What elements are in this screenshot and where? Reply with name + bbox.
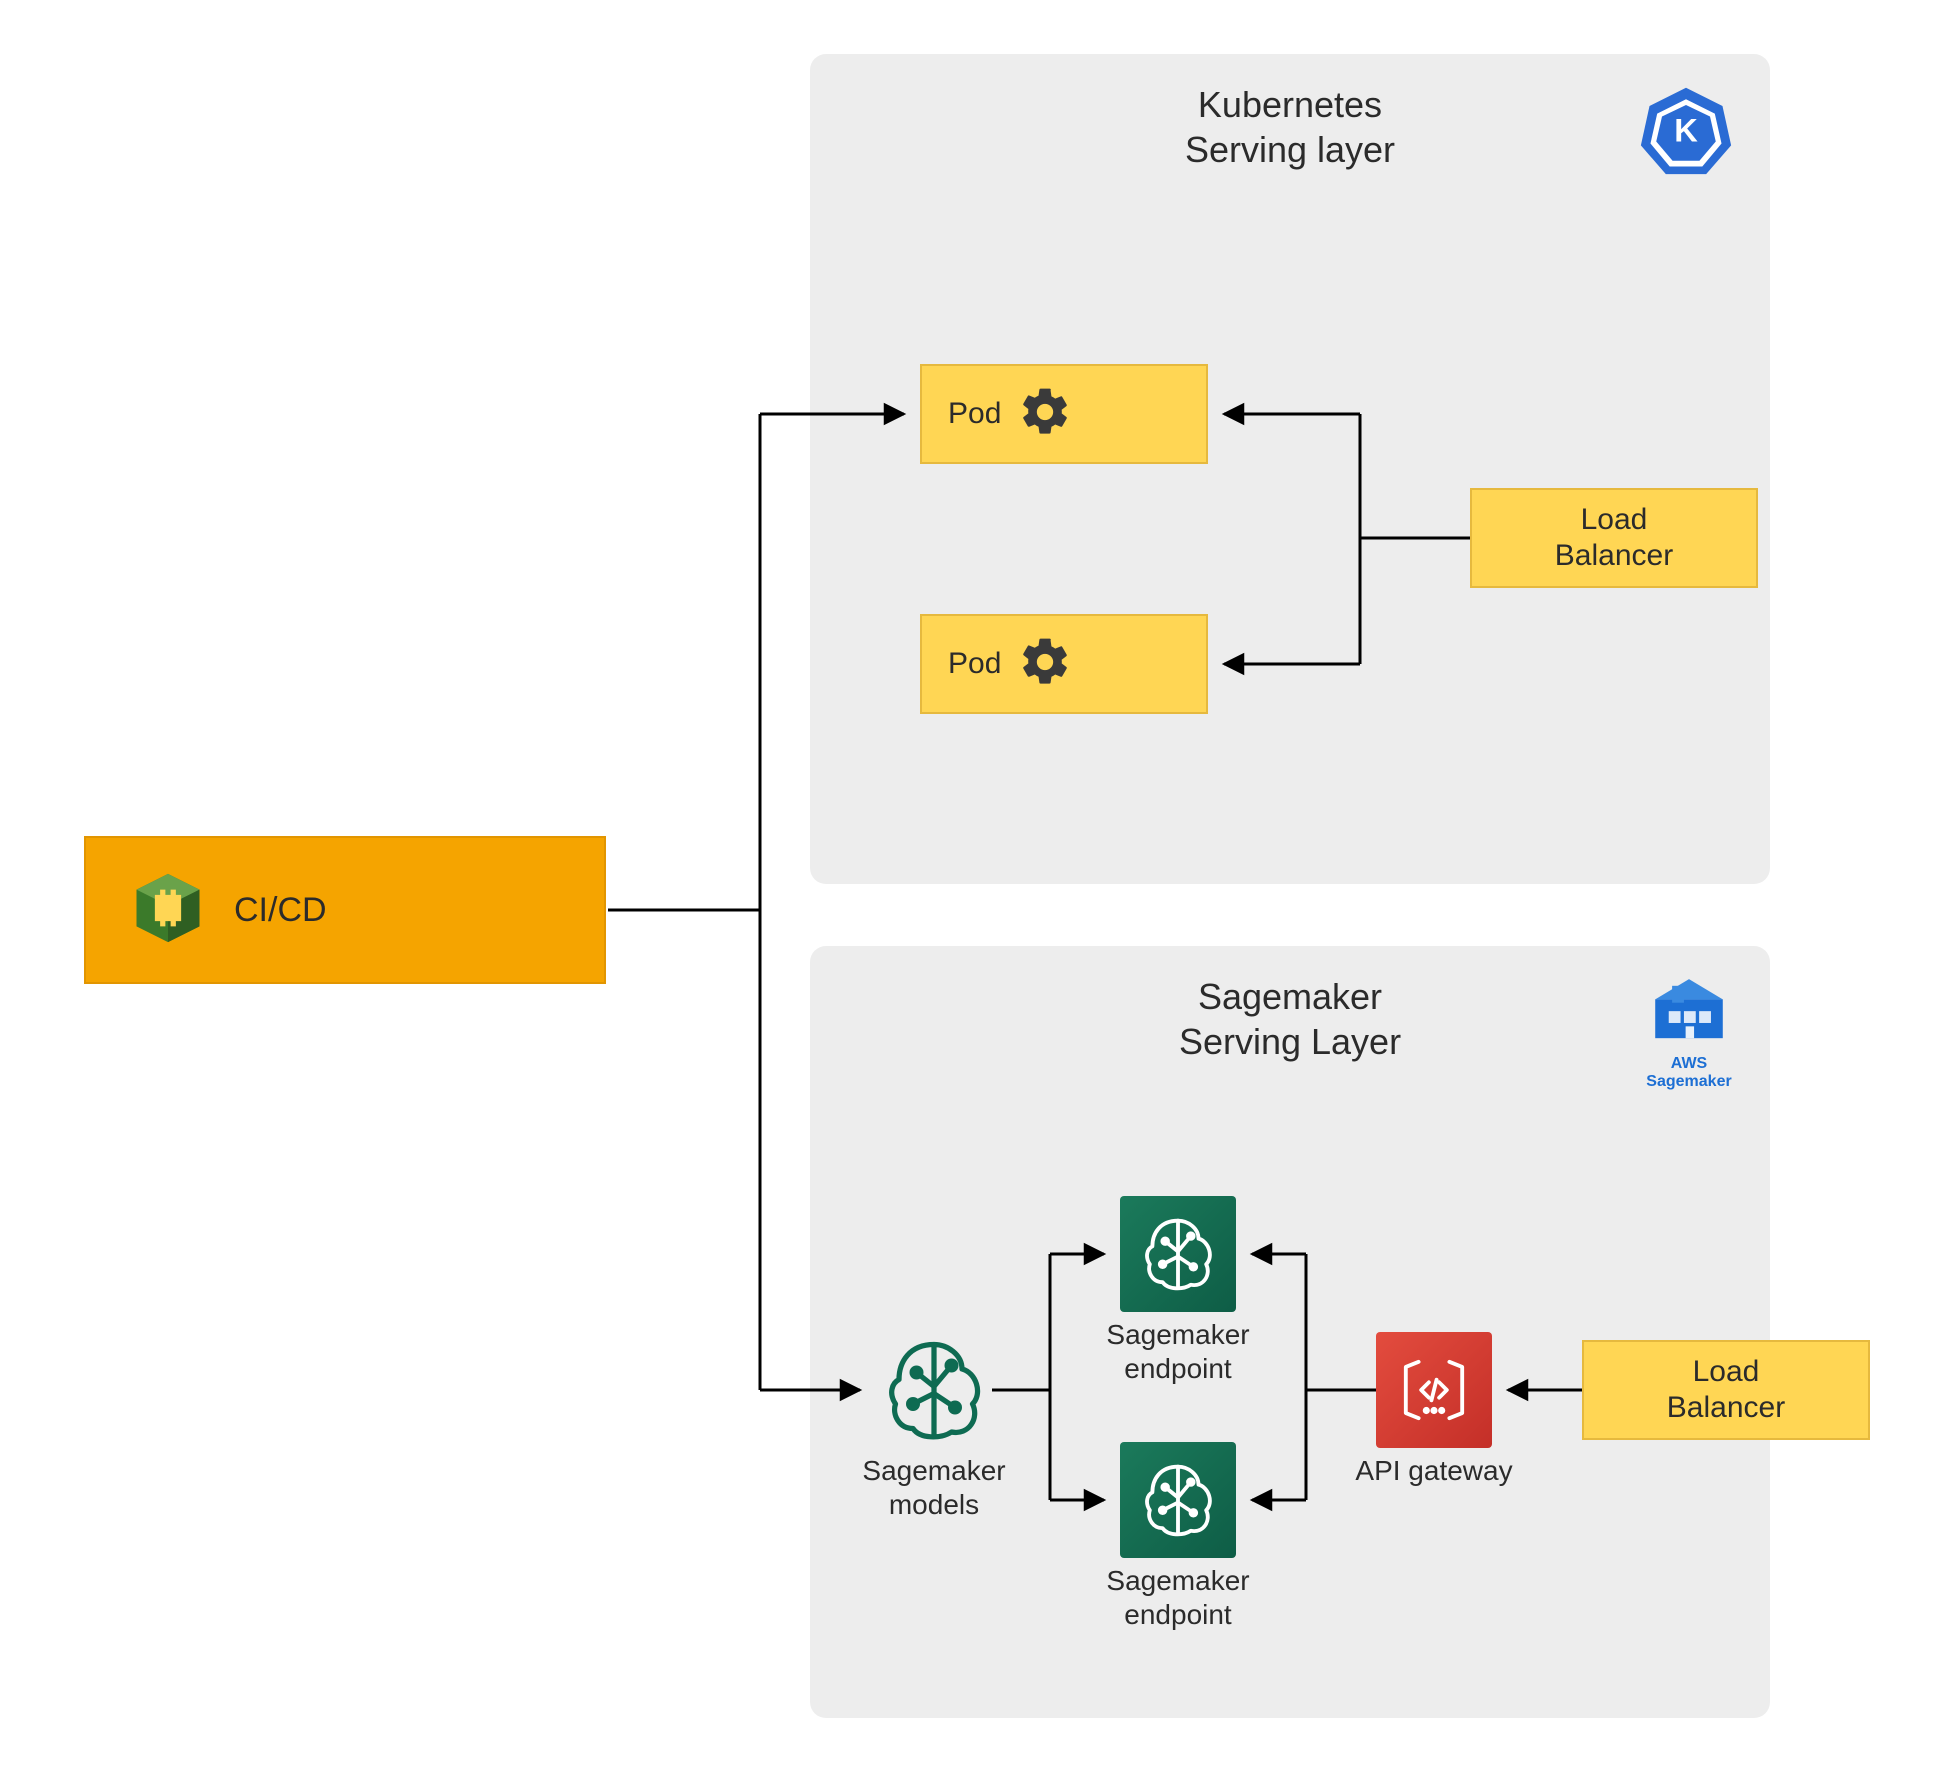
sm-lb-line2: Balancer	[1667, 1391, 1785, 1424]
sagemaker-endpoint-1-caption: Sagemaker endpoint	[1083, 1318, 1273, 1385]
kubernetes-panel-title: Kubernetes Serving layer	[810, 82, 1770, 172]
kubernetes-panel: Kubernetes Serving layer K	[810, 54, 1770, 884]
k8s-lb-line2: Balancer	[1555, 539, 1673, 572]
ep2-cap-l1: Sagemaker	[1106, 1565, 1249, 1596]
diagram-canvas: CI/CD Kubernetes Serving layer K Pod Pod	[0, 0, 1935, 1776]
ep2-cap-l2: endpoint	[1124, 1599, 1231, 1630]
kubernetes-title-line2: Serving layer	[1185, 129, 1395, 170]
aws-label-line2: Sagemaker	[1646, 1073, 1731, 1090]
ep1-cap-l1: Sagemaker	[1106, 1319, 1249, 1350]
sagemaker-endpoint-2-caption: Sagemaker endpoint	[1083, 1564, 1273, 1631]
aws-sagemaker-label: AWS Sagemaker	[1644, 1055, 1734, 1091]
sm-lb-label: Load Balancer	[1667, 1354, 1785, 1426]
sagemaker-models-icon	[876, 1332, 992, 1448]
api-gateway-caption: API gateway	[1339, 1454, 1529, 1488]
aws-sagemaker-icon: AWS Sagemaker	[1644, 974, 1734, 1091]
k8s-lb-label: Load Balancer	[1555, 502, 1673, 574]
ep1-cap-l2: endpoint	[1124, 1353, 1231, 1384]
sagemaker-models-caption: Sagemaker models	[839, 1454, 1029, 1521]
pod-1-label: Pod	[948, 397, 1001, 431]
sagemaker-endpoint-1-icon	[1120, 1196, 1236, 1312]
sm-lb-line1: Load	[1693, 1355, 1760, 1388]
cicd-block: CI/CD	[84, 836, 606, 984]
kubernetes-title-line1: Kubernetes	[1198, 84, 1382, 125]
codebuild-icon	[126, 866, 210, 955]
cicd-label: CI/CD	[234, 891, 327, 930]
models-cap-l1: Sagemaker	[862, 1455, 1005, 1486]
pod-2: Pod	[920, 614, 1208, 714]
sagemaker-panel-title: Sagemaker Serving Layer	[810, 974, 1770, 1064]
models-cap-l2: models	[889, 1489, 979, 1520]
sagemaker-title-line1: Sagemaker	[1198, 976, 1382, 1017]
api-gateway-cap-text: API gateway	[1355, 1455, 1512, 1486]
sagemaker-title-line2: Serving Layer	[1179, 1021, 1401, 1062]
aws-label-line1: AWS	[1671, 1055, 1707, 1072]
svg-text:K: K	[1674, 112, 1698, 149]
k8s-lb-line1: Load	[1581, 503, 1648, 536]
sagemaker-endpoint-2-icon	[1120, 1442, 1236, 1558]
k8s-load-balancer: Load Balancer	[1470, 488, 1758, 588]
pod-1: Pod	[920, 364, 1208, 464]
kubernetes-icon: K	[1638, 82, 1734, 183]
sagemaker-load-balancer: Load Balancer	[1582, 1340, 1870, 1440]
pod-2-label: Pod	[948, 647, 1001, 681]
gear-icon	[1017, 384, 1073, 445]
gear-icon	[1017, 634, 1073, 695]
api-gateway-icon	[1376, 1332, 1492, 1448]
